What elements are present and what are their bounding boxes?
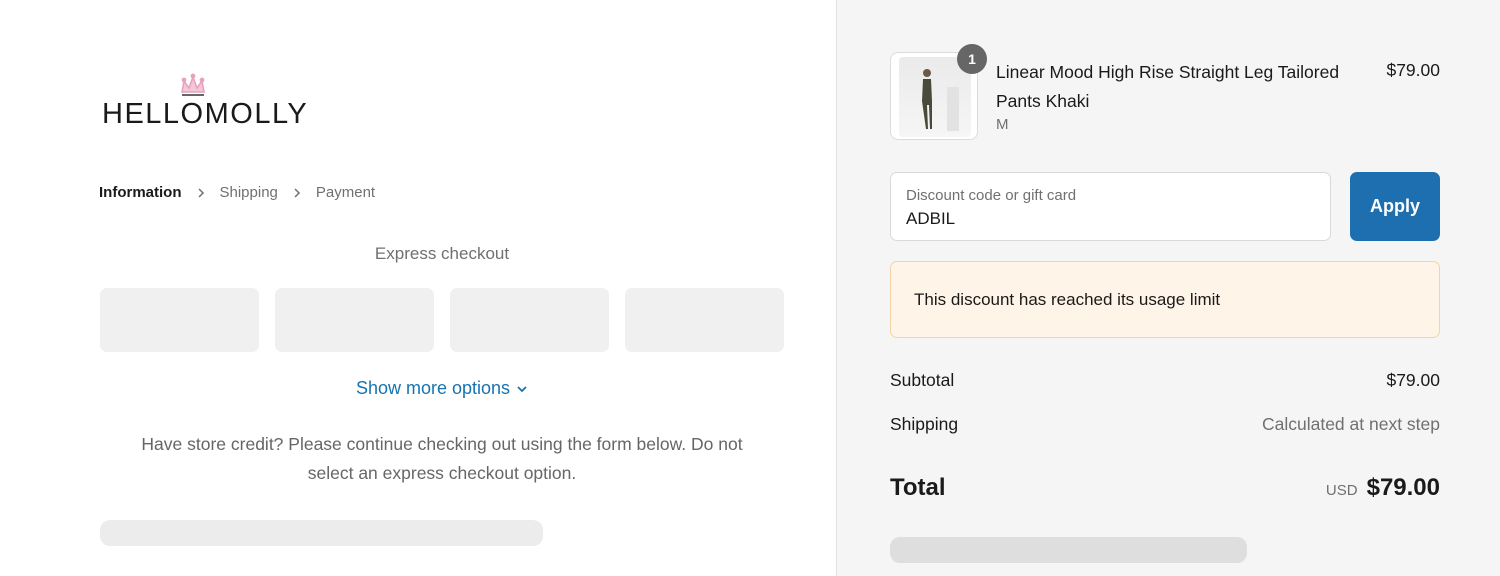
store-logo[interactable]: HELLOMOLLY [102,72,317,132]
show-more-options-button[interactable]: Show more options [100,378,784,399]
brand-wordmark: HELLOMOLLY [102,98,309,130]
total-amount: USD $79.00 [1326,474,1440,502]
loading-placeholder [100,520,543,546]
total-row: Total USD $79.00 [890,474,1440,502]
express-checkout-button[interactable] [625,288,784,352]
total-label: Total [890,474,946,501]
shipping-label: Shipping [890,414,959,434]
product-variant: M [996,116,1009,133]
order-summary-panel: 1 Linear Mood High Rise Straight Leg Tai… [836,0,1500,576]
breadcrumb-information[interactable]: Information [99,184,182,201]
show-more-label: Show more options [355,378,511,398]
loading-placeholder [890,537,1247,563]
shipping-value: Calculated at next step [1261,414,1440,434]
subtotal-value: $79.00 [1386,370,1440,390]
subtotal-row: Subtotal $79.00 [890,370,1440,391]
express-checkout-title: Express checkout [374,244,510,263]
cart-line-item: 1 Linear Mood High Rise Straight Leg Tai… [890,44,1440,142]
express-checkout-buttons [100,288,784,352]
discount-code-field[interactable]: Discount code or gift card [890,172,1331,241]
apply-discount-button[interactable]: Apply [1350,172,1440,241]
breadcrumb: Information Shipping Payment [99,184,375,201]
express-checkout-button[interactable] [275,288,434,352]
store-credit-note: Have store credit? Please continue check… [141,434,743,483]
discount-error-banner: This discount has reached its usage limi… [890,261,1440,338]
product-name: Linear Mood High Rise Straight Leg Tailo… [996,62,1340,111]
chevron-right-icon [182,187,220,198]
total-value: $79.00 [1366,474,1440,501]
discount-field-label: Discount code or gift card [906,187,1077,204]
breadcrumb-payment: Payment [315,184,376,201]
currency-code: USD [1325,482,1358,499]
product-price: $79.00 [1386,60,1440,80]
chevron-right-icon [278,187,316,198]
subtotal-label: Subtotal [890,370,955,390]
breadcrumb-shipping: Shipping [219,184,278,201]
quantity-badge: 1 [957,44,987,74]
product-thumbnail: 1 [890,44,987,140]
shipping-row: Shipping Calculated at next step [890,414,1440,435]
discount-error-message: This discount has reached its usage limi… [914,290,1221,309]
chevron-down-icon [517,385,527,392]
discount-code-input[interactable] [906,209,1306,229]
express-checkout-button[interactable] [450,288,609,352]
express-checkout-button[interactable] [100,288,259,352]
checkout-main-panel: HELLOMOLLY Information Shipping Payment … [0,0,836,576]
